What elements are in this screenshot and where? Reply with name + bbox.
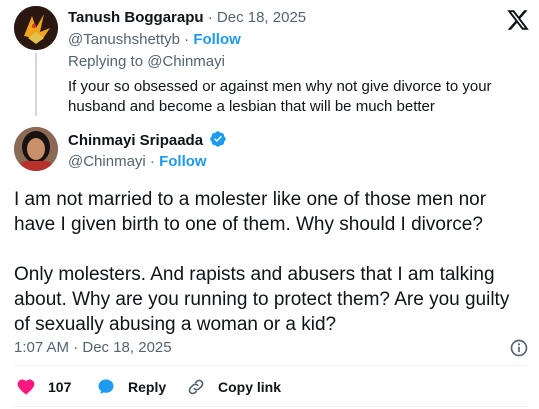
heart-icon <box>17 379 35 395</box>
parent-author-avatar[interactable] <box>14 6 58 50</box>
reply-bubble-icon <box>98 379 114 395</box>
thread-connector-line <box>35 53 37 116</box>
main-tweet-paragraph: I am not married to a molester like one … <box>14 189 487 235</box>
avatar-illustration <box>14 6 58 50</box>
parent-follow-button[interactable]: Follow <box>193 31 241 48</box>
reply-button[interactable]: Reply <box>96 376 166 398</box>
reply-label: Reply <box>128 379 167 395</box>
main-handle-row: @Chinmayi · Follow <box>68 152 207 172</box>
main-header: Chinmayi Sripaada <box>68 130 227 151</box>
parent-date[interactable]: Dec 18, 2025 <box>217 9 306 26</box>
actions-divider <box>14 365 529 366</box>
main-author-name[interactable]: Chinmayi Sripaada <box>68 132 203 149</box>
verified-badge-icon <box>210 131 226 147</box>
main-tweet-text: I am not married to a molester like one … <box>14 187 529 362</box>
avatar-photo <box>14 127 58 171</box>
copy-link-label: Copy link <box>218 379 282 395</box>
parent-tweet-text: If your so obsessed or against men why n… <box>68 78 492 115</box>
link-icon <box>188 379 204 395</box>
separator-dot: · <box>184 31 194 48</box>
parent-header: Tanush Boggarapu · Dec 18, 2025 <box>68 8 306 28</box>
bottom-divider <box>14 406 529 407</box>
separator-dot: · <box>149 153 160 170</box>
main-author-avatar[interactable] <box>14 127 58 171</box>
like-count: 107 <box>48 379 72 395</box>
info-icon[interactable] <box>509 338 529 358</box>
parent-handle-row: @Tanushshettyb · Follow <box>68 30 241 50</box>
like-button[interactable]: 107 <box>16 376 71 398</box>
parent-handle[interactable]: @Tanushshettyb <box>68 31 180 48</box>
replying-to-prefix: Replying to <box>68 53 144 70</box>
replying-to-row: Replying to @Chinmayi <box>68 52 225 72</box>
parent-author-name[interactable]: Tanush Boggarapu <box>68 9 204 26</box>
x-logo-icon[interactable] <box>506 8 530 32</box>
main-handle[interactable]: @Chinmayi <box>68 153 146 170</box>
main-follow-button[interactable]: Follow <box>159 153 207 170</box>
copy-link-button[interactable]: Copy link <box>186 376 281 398</box>
replying-to-handle[interactable]: @Chinmayi <box>147 53 225 70</box>
main-tweet-paragraph: Only molesters. And rapists and abusers … <box>14 264 510 335</box>
tweet-timestamp[interactable]: 1:07 AM · Dec 18, 2025 <box>14 338 172 358</box>
separator-dot: · <box>207 9 217 26</box>
